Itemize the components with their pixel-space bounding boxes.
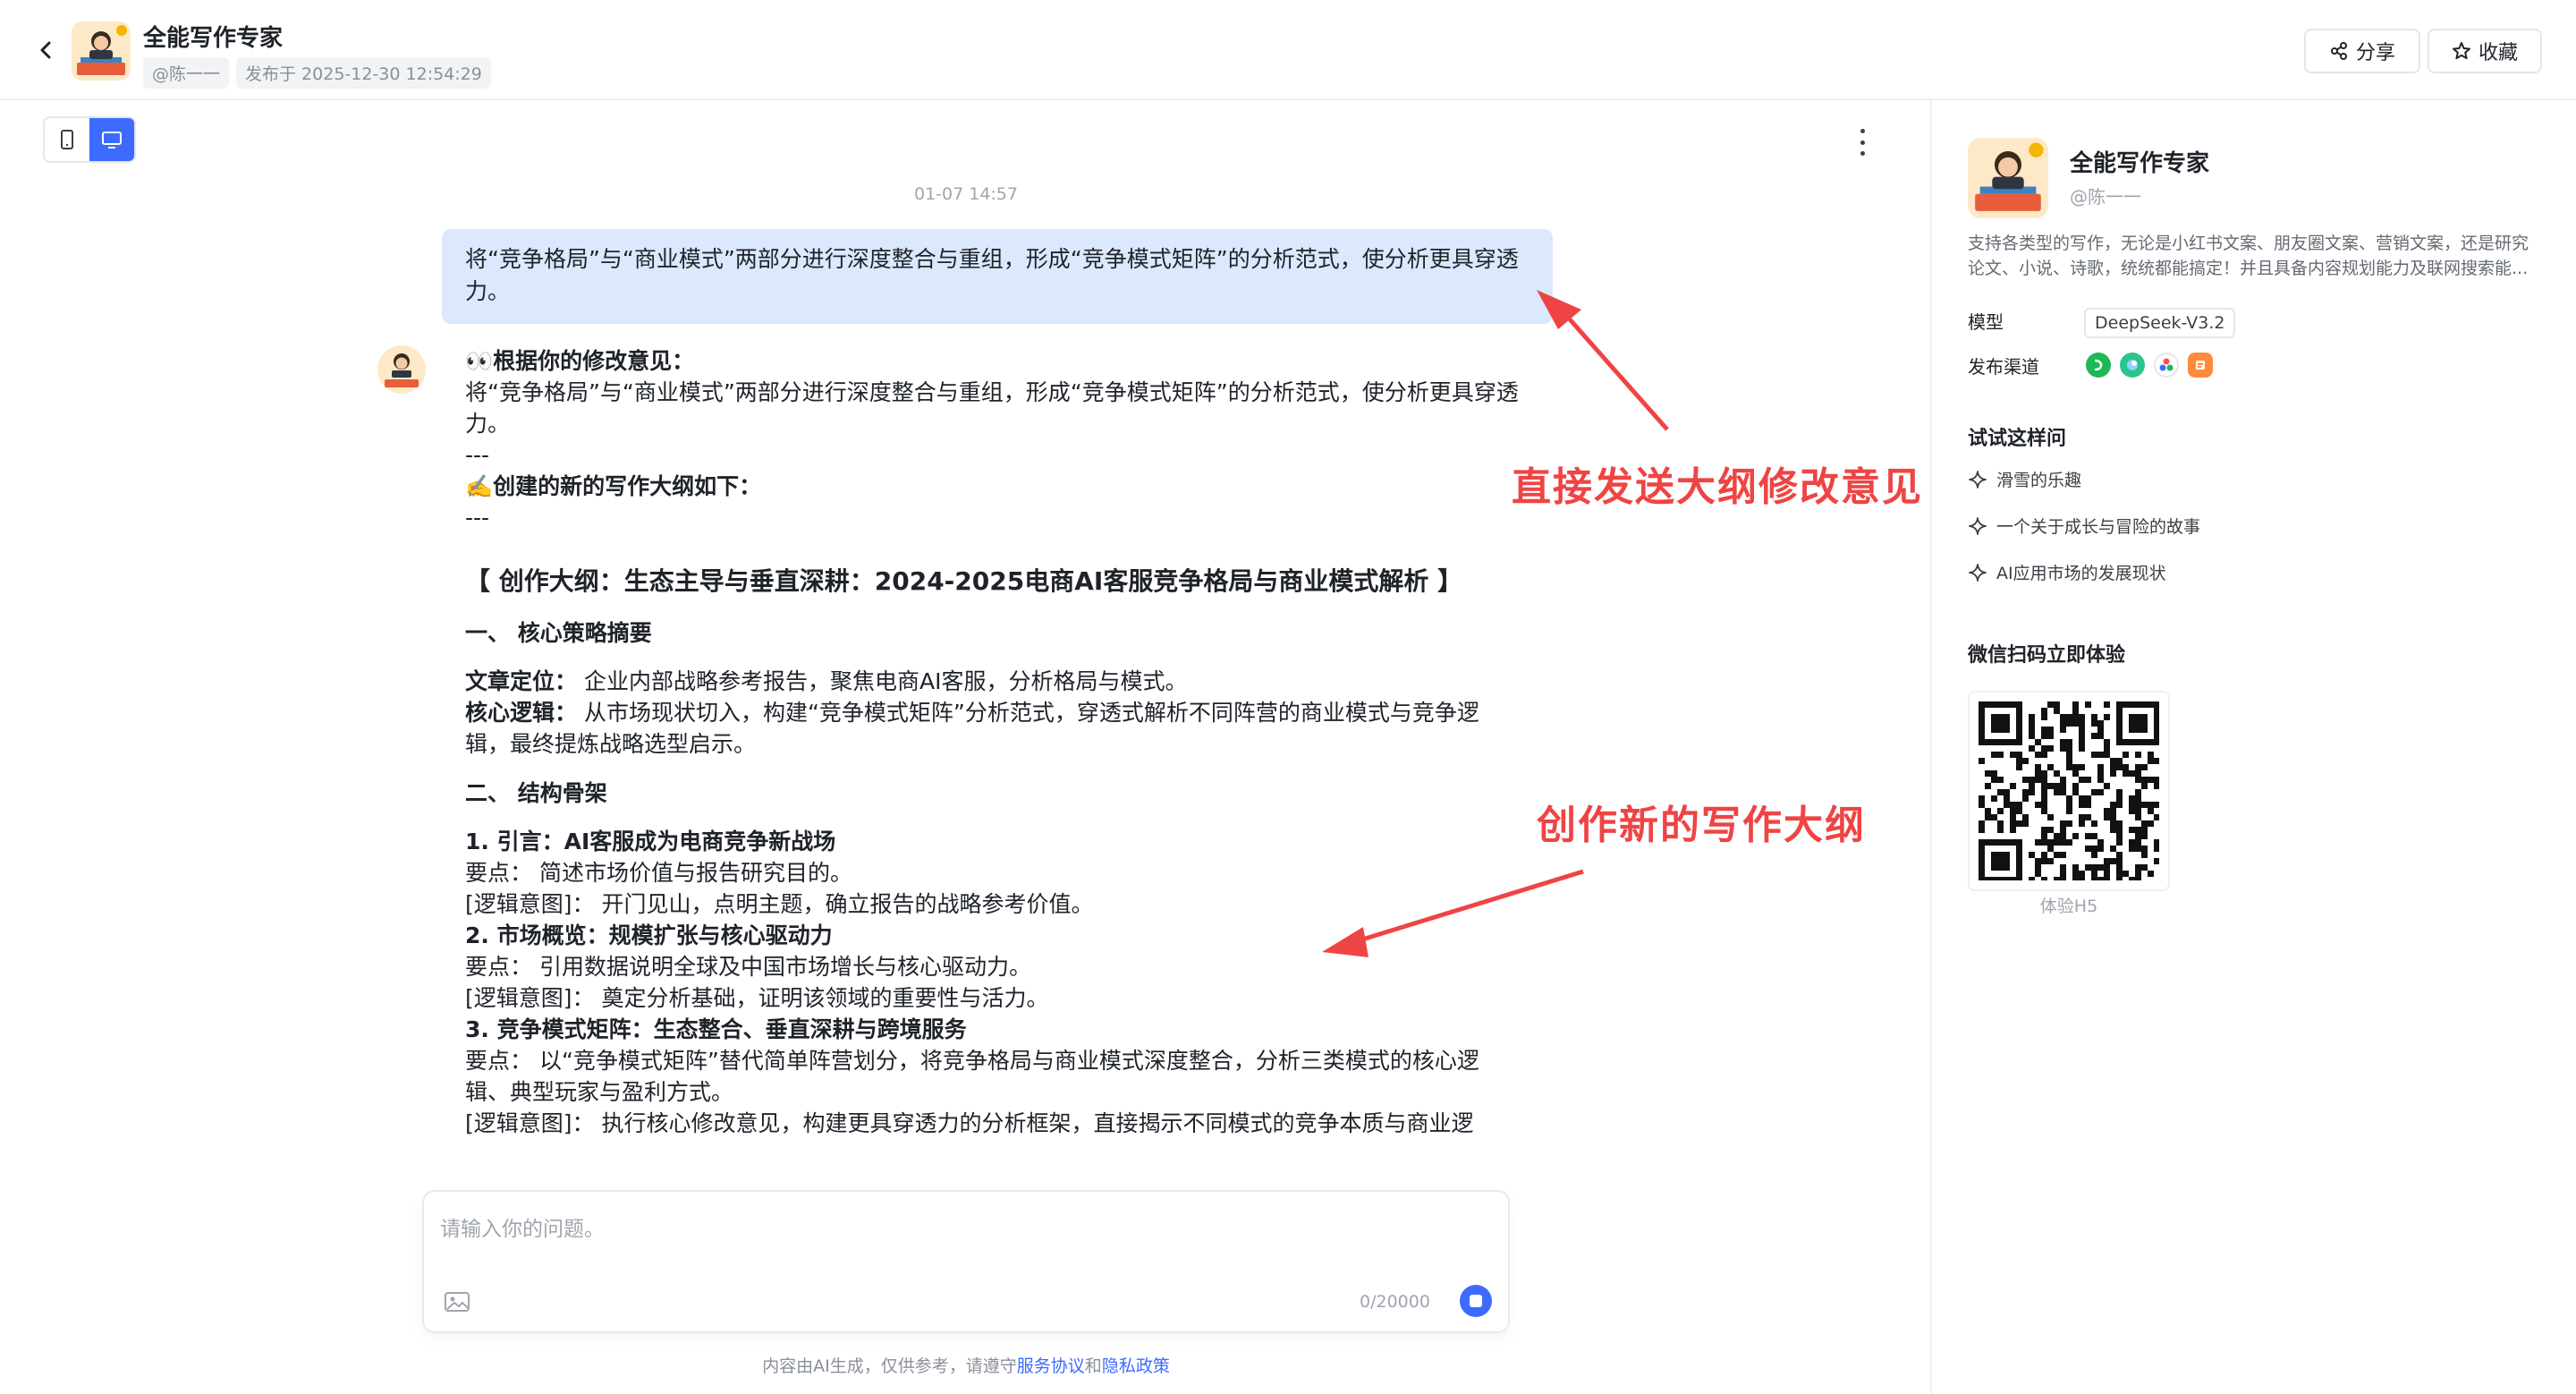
section-heading: 一、 核心策略摘要 — [465, 620, 652, 646]
outline-item-intent: [逻辑意图]： 开门见山，点明主题，确立报告的战略参考价值。 — [465, 891, 1094, 917]
bot-intro-text: 将“竞争格局”与“商业模式”两部分进行深度整合与重组，形成“竞争模式矩阵”的分析… — [465, 379, 1519, 437]
model-value: DeepSeek-V3.2 — [2084, 308, 2236, 338]
bot-message: 👀根据你的修改意见： 将“竞争格局”与“商业模式”两部分进行深度整合与重组，形成… — [465, 345, 1521, 1139]
publish-time-chip: 发布于 2025-12-30 12:54:29 — [236, 57, 491, 89]
char-count: 0/20000 — [1360, 1292, 1430, 1312]
disclaimer: 内容由AI生成，仅供参考，请遵守服务协议和隐私政策 — [0, 1353, 1932, 1377]
disclaimer-and: 和 — [1084, 1356, 1102, 1376]
new-outline-label: ✍️创建的新的写作大纲如下： — [465, 473, 762, 499]
message-timestamp: 01-07 14:57 — [913, 184, 1018, 204]
user-message-bubble: 将“竞争格局”与“商业模式”两部分进行深度整合与重组，形成“竞争模式矩阵”的分析… — [442, 229, 1553, 324]
outline-item-point: 要点： 以“竞争模式矩阵”替代简单阵营划分，将竞争格局与商业模式深度整合，分析三… — [465, 1048, 1479, 1105]
terms-link[interactable]: 服务协议 — [1017, 1356, 1085, 1376]
suggestion-item[interactable]: 滑雪的乐趣 — [1968, 467, 2081, 491]
agent-author: @陈一一 — [2070, 186, 2141, 208]
channel-teal-icon[interactable] — [2120, 353, 2145, 378]
sparkle-icon — [1969, 470, 1987, 489]
outline-title: 【 创作大纲：生态主导与垂直深耕：2024-2025电商AI客服竞争格局与商业模… — [465, 566, 1463, 596]
top-header: 全能写作专家 @陈一一 发布于 2025-12-30 12:54:29 分享 收… — [0, 0, 2576, 100]
channel-list — [2086, 353, 2213, 378]
share-icon — [2330, 42, 2347, 60]
bot-avatar — [377, 345, 426, 394]
try-asking-heading: 试试这样问 — [1968, 428, 2067, 450]
star-icon — [2452, 42, 2470, 60]
wechat-heading: 微信扫码立即体验 — [1968, 644, 2126, 667]
monitor-icon — [102, 132, 122, 149]
qr-caption: 体验H5 — [2039, 897, 2098, 916]
annotation-bottom: 创作新的写作大纲 — [1537, 803, 1866, 848]
outline-item-title: 2. 市场概览：规模扩张与核心驱动力 — [465, 922, 833, 948]
channel-colorful-icon[interactable] — [2154, 353, 2179, 378]
suggestion-label: 滑雪的乐趣 — [1996, 471, 2082, 490]
divider-text: --- — [465, 442, 490, 468]
logic-paragraph: 核心逻辑： 从市场现状切入，构建“竞争模式矩阵”分析范式，穿透式解析不同阵营的商… — [465, 697, 1521, 760]
positioning-paragraph: 文章定位： 企业内部战略参考报告，聚焦电商AI客服，分析格局与模式。 — [465, 666, 1521, 697]
annotation-arrow-top — [1555, 302, 1669, 431]
sparkle-icon — [1969, 516, 1987, 535]
outline-item-intent: [逻辑意图]： 执行核心修改意见，构建更具穿透力的分析框架，直接揭示不同模式的竞… — [465, 1110, 1474, 1136]
outline-item-intent: [逻辑意图]： 奠定分析基础，证明该领域的重要性与活力。 — [465, 985, 1049, 1011]
more-options-icon[interactable] — [1852, 129, 1873, 156]
mobile-view-button[interactable] — [45, 118, 89, 161]
desktop-view-button[interactable] — [89, 118, 134, 161]
outline-item-point: 要点： 引用数据说明全球及中国市场增长与核心驱动力。 — [465, 954, 1031, 980]
favorite-button[interactable]: 收藏 — [2428, 29, 2542, 73]
page-title: 全能写作专家 — [143, 25, 284, 52]
divider-text: --- — [465, 505, 490, 531]
view-toggle — [43, 116, 136, 163]
outline-item-title: 1. 引言：AI客服成为电商竞争新战场 — [465, 829, 836, 854]
positioning-label: 文章定位： — [465, 668, 578, 694]
section-heading: 二、 结构骨架 — [465, 780, 607, 806]
sparkle-icon — [1969, 563, 1987, 582]
share-label: 分享 — [2355, 42, 2395, 64]
model-label: 模型 — [1968, 311, 2004, 333]
channels-label: 发布渠道 — [1968, 356, 2039, 378]
author-chip: @陈一一 — [143, 57, 230, 89]
disclaimer-text: 内容由AI生成，仅供参考，请遵守 — [762, 1356, 1017, 1376]
channel-green-icon[interactable] — [2086, 353, 2111, 378]
channel-orange-icon[interactable] — [2188, 353, 2213, 378]
image-upload-icon[interactable] — [444, 1290, 470, 1313]
chat-input-box: 0/20000 — [422, 1190, 1510, 1333]
positioning-text: 企业内部战略参考报告，聚焦电商AI客服，分析格局与模式。 — [577, 668, 1188, 694]
agent-avatar-large — [1968, 138, 2048, 218]
question-input[interactable] — [440, 1211, 1487, 1265]
qr-code — [1968, 691, 2170, 891]
share-button[interactable]: 分享 — [2304, 29, 2420, 73]
annotation-top: 直接发送大纲修改意见 — [1512, 464, 1923, 510]
agent-name: 全能写作专家 — [2070, 150, 2210, 177]
suggestion-item[interactable]: 一个关于成长与冒险的故事 — [1968, 514, 2200, 538]
phone-icon — [61, 130, 73, 149]
outline-item-title: 3. 竞争模式矩阵：生态整合、垂直深耕与跨境服务 — [465, 1016, 967, 1042]
suggestion-label: 一个关于成长与冒险的故事 — [1996, 517, 2201, 537]
agent-description: 支持各类型的写作，无论是小红书文案、朋友圈文案、营销文案，还是研究论文、小说、诗… — [1968, 234, 2529, 278]
favorite-label: 收藏 — [2478, 42, 2518, 64]
privacy-link[interactable]: 隐私政策 — [1102, 1356, 1170, 1376]
logic-text: 从市场现状切入，构建“竞争模式矩阵”分析范式，穿透式解析不同阵营的商业模式与竞争… — [465, 700, 1479, 757]
outline-item-point: 要点： 简述市场价值与报告研究目的。 — [465, 860, 852, 886]
suggestion-label: AI应用市场的发展现状 — [1996, 564, 2166, 583]
chevron-left-icon — [40, 41, 51, 59]
stop-button[interactable] — [1460, 1285, 1492, 1317]
outline-item: 1. 引言：AI客服成为电商竞争新战场 要点： 简述市场价值与报告研究目的。 [… — [465, 826, 1521, 920]
stop-icon — [1470, 1295, 1482, 1307]
outline-item: 3. 竞争模式矩阵：生态整合、垂直深耕与跨境服务 要点： 以“竞争模式矩阵”替代… — [465, 1014, 1521, 1139]
bot-intro-label: 👀根据你的修改意见： — [465, 348, 695, 374]
back-button[interactable] — [32, 36, 61, 64]
suggestion-item[interactable]: AI应用市场的发展现状 — [1968, 560, 2166, 584]
header-meta: @陈一一 发布于 2025-12-30 12:54:29 — [143, 57, 491, 89]
agent-avatar — [72, 21, 131, 81]
logic-label: 核心逻辑： — [465, 700, 578, 726]
agent-info-panel: 全能写作专家 @陈一一 支持各类型的写作，无论是小红书文案、朋友圈文案、营销文案… — [1930, 100, 2576, 1394]
outline-item: 2. 市场概览：规模扩张与核心驱动力 要点： 引用数据说明全球及中国市场增长与核… — [465, 920, 1521, 1014]
